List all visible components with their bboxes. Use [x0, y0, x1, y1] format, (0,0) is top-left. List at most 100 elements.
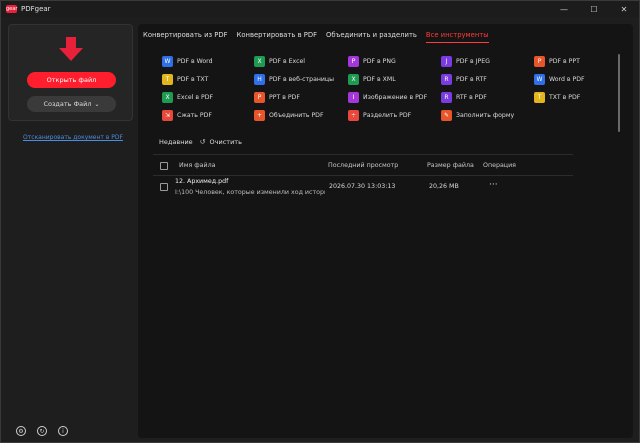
tool-item[interactable]: R RTF в PDF	[441, 92, 487, 103]
window-controls: — ☐ ✕	[549, 1, 639, 17]
tool-label: Excel в PDF	[177, 94, 214, 101]
tool-item[interactable]: T PDF в TXT	[162, 74, 208, 85]
tool-icon: P	[534, 56, 545, 67]
tool-item[interactable]: R PDF в RTF	[441, 74, 487, 85]
tool-item[interactable]: T TXT в PDF	[534, 92, 580, 103]
create-file-label: Создать Файл	[43, 100, 92, 108]
tool-label: PDF в веб-страницы	[269, 76, 335, 83]
tool-label: RTF в PDF	[456, 94, 487, 101]
file-size: 20,26 MB	[429, 183, 459, 190]
tab-merge-split[interactable]: Объединить и разделить	[326, 31, 417, 43]
tab-bar: Конвертировать из PDF Конвертировать в P…	[143, 31, 489, 43]
file-path: I:\100 Человек, которые изменили ход ист…	[175, 189, 325, 196]
maximize-button[interactable]: ☐	[579, 1, 609, 17]
tool-icon: P	[254, 92, 265, 103]
open-file-card: Открыть файл Создать Файл ⌄	[8, 24, 133, 121]
tab-all-tools[interactable]: Все инструменты	[425, 31, 489, 43]
tool-icon: X	[162, 92, 173, 103]
tool-label: PDF в PNG	[363, 58, 396, 65]
tool-icon: ✎	[441, 110, 452, 121]
tool-item[interactable]: ⇲ Сжать PDF	[162, 110, 212, 121]
tool-icon: ÷	[348, 110, 359, 121]
tool-label: PDF в JPEG	[456, 58, 490, 65]
tool-label: PDF в TXT	[177, 76, 209, 83]
title-bar: gear PDFgear — ☐ ✕	[1, 1, 639, 17]
tool-icon: T	[534, 92, 545, 103]
clear-icon[interactable]: ↺	[200, 138, 206, 146]
tool-icon: P	[348, 56, 359, 67]
settings-icon[interactable]: ⚙	[16, 426, 26, 436]
tool-label: Объединить PDF	[269, 112, 324, 119]
tool-item[interactable]: ÷ Разделить PDF	[348, 110, 411, 121]
header-file-size[interactable]: Размер файла	[427, 162, 474, 169]
tool-icon: J	[441, 56, 452, 67]
tool-label: PPT в PDF	[269, 94, 300, 101]
tool-icon: W	[162, 56, 173, 67]
tool-icon: +	[254, 110, 265, 121]
tab-convert-from-pdf[interactable]: Конвертировать из PDF	[143, 31, 228, 43]
tool-item[interactable]: ✎ Заполнить форму	[441, 110, 514, 121]
tool-label: PDF в Word	[177, 58, 213, 65]
header-file-name[interactable]: Имя файла	[179, 162, 215, 169]
file-name[interactable]: 12. Архимед.pdf	[175, 178, 228, 185]
tool-label: Изображение в PDF	[363, 94, 428, 101]
table-row[interactable]: 12. Архимед.pdf I:\100 Человек, которые …	[153, 178, 573, 204]
tool-item[interactable]: X Excel в PDF	[162, 92, 213, 103]
last-viewed: 2026.07.30 13:03:13	[329, 183, 396, 190]
tool-item[interactable]: H PDF в веб-страницы	[254, 74, 334, 85]
tool-icon: X	[348, 74, 359, 85]
main-panel: Конвертировать из PDF Конвертировать в P…	[138, 24, 633, 438]
tools-scrollbar[interactable]	[618, 54, 620, 132]
row-checkbox[interactable]	[160, 183, 168, 191]
tool-label: PDF в RTF	[456, 76, 487, 83]
header-last-viewed[interactable]: Последний просмотр	[328, 162, 398, 169]
tool-item[interactable]: W PDF в Word	[162, 56, 213, 67]
minimize-button[interactable]: —	[549, 1, 579, 17]
tool-label: TXT в PDF	[549, 94, 581, 101]
recent-title: Недавние	[159, 138, 193, 146]
tool-item[interactable]: P PDF в PPT	[534, 56, 580, 67]
download-arrow-icon	[59, 37, 83, 61]
app-title: PDFgear	[21, 5, 51, 13]
tool-item[interactable]: + Объединить PDF	[254, 110, 324, 121]
tool-label: PDF в PPT	[549, 58, 580, 65]
tool-item[interactable]: J PDF в JPEG	[441, 56, 490, 67]
more-options-icon[interactable]: ···	[489, 180, 498, 190]
tool-icon: W	[534, 74, 545, 85]
update-icon[interactable]: ↻	[37, 426, 47, 436]
tool-item[interactable]: P PPT в PDF	[254, 92, 300, 103]
table-header: Имя файла Последний просмотр Размер файл…	[153, 154, 573, 176]
tool-label: PDF в Excel	[269, 58, 306, 65]
create-file-button[interactable]: Создать Файл ⌄	[27, 96, 116, 112]
tool-icon: H	[254, 74, 265, 85]
close-button[interactable]: ✕	[609, 1, 639, 17]
tool-icon: X	[254, 56, 265, 67]
tool-icon: R	[441, 74, 452, 85]
tool-item[interactable]: W Word в PDF	[534, 74, 585, 85]
tool-icon: T	[162, 74, 173, 85]
tool-icon: R	[441, 92, 452, 103]
tool-icon: ⇲	[162, 110, 173, 121]
tab-convert-to-pdf[interactable]: Конвертировать в PDF	[237, 31, 317, 43]
tool-label: Word в PDF	[549, 76, 585, 83]
tool-label: Разделить PDF	[363, 112, 412, 119]
tool-label: Заполнить форму	[456, 112, 515, 119]
app-logo: gear	[6, 5, 18, 13]
tool-label: Сжать PDF	[177, 112, 212, 119]
tool-item[interactable]: X PDF в XML	[348, 74, 396, 85]
select-all-checkbox[interactable]	[160, 162, 168, 170]
tool-icon: I	[348, 92, 359, 103]
bottom-toolbar: ⚙ ↻ i	[16, 426, 68, 436]
header-action: Операция	[483, 162, 516, 169]
clear-button[interactable]: Очистить	[210, 138, 242, 146]
scan-document-link[interactable]: Отсканировать документ в PDF	[23, 134, 123, 141]
tool-item[interactable]: P PDF в PNG	[348, 56, 396, 67]
open-file-button[interactable]: Открыть файл	[27, 72, 116, 88]
info-icon[interactable]: i	[58, 426, 68, 436]
tool-label: PDF в XML	[363, 76, 396, 83]
tool-item[interactable]: X PDF в Excel	[254, 56, 305, 67]
chevron-down-icon: ⌄	[94, 100, 100, 108]
app-window: gear PDFgear — ☐ ✕ Открыть файл Создать …	[0, 0, 640, 443]
tool-item[interactable]: I Изображение в PDF	[348, 92, 427, 103]
recent-header: Недавние ↺ Очистить	[159, 138, 242, 146]
